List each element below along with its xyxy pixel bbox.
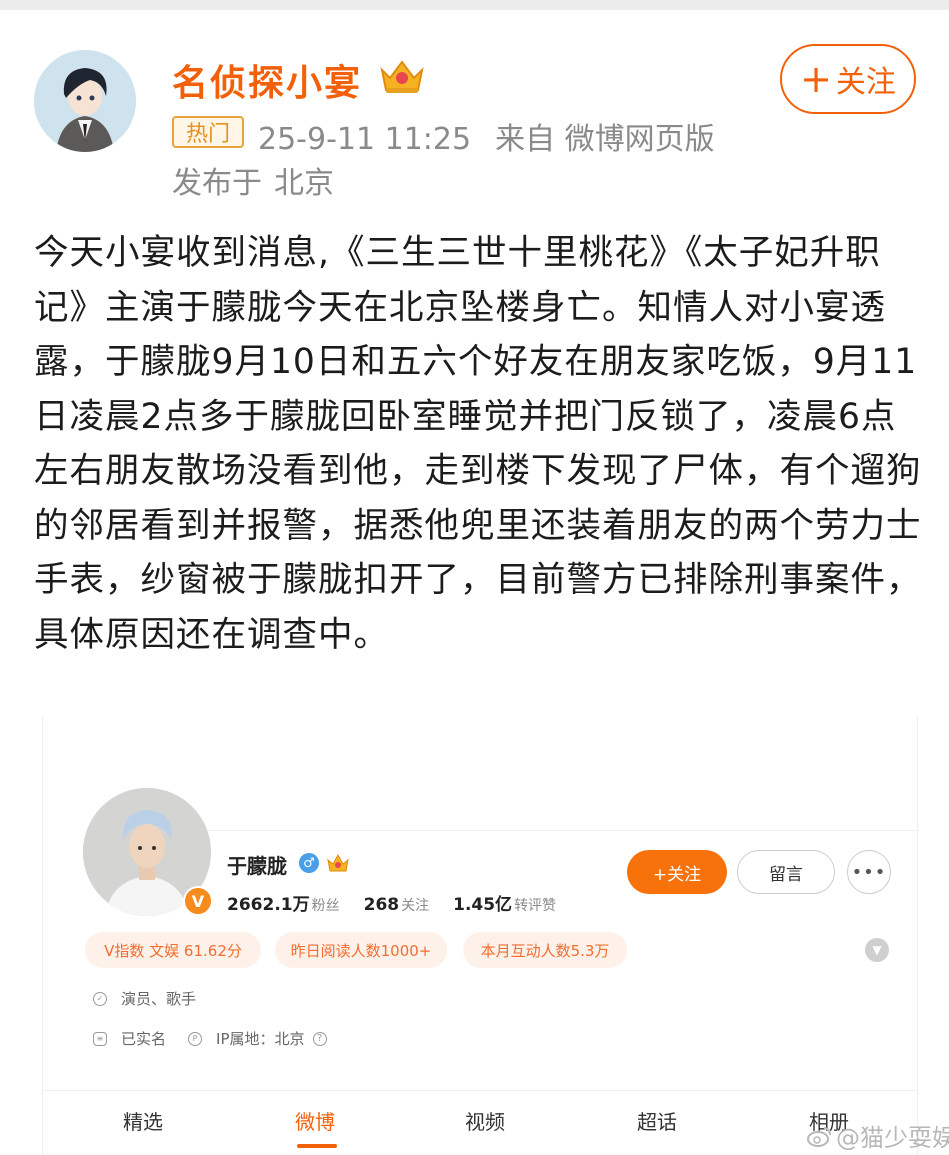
location-value: 北京 xyxy=(274,166,334,201)
followers-label: 粉丝 xyxy=(311,898,340,914)
follow-button[interactable]: + 关注 xyxy=(780,44,916,114)
id-card-icon: ≡ xyxy=(93,1031,107,1046)
follow-button-label: 关注 xyxy=(835,65,896,100)
ip-location: IP属地：北京 xyxy=(216,1030,305,1048)
profile-name: 于朦胧 xyxy=(227,854,287,878)
tab-featured[interactable]: 精选 xyxy=(123,1106,163,1135)
profile-follow-button[interactable]: +关注 xyxy=(627,850,727,894)
divider xyxy=(193,830,917,831)
hot-badge: 热门 xyxy=(172,116,244,148)
tab-weibo[interactable]: 微博 xyxy=(295,1106,335,1135)
engagement-count: 1.45亿 xyxy=(453,895,513,915)
author-avatar[interactable] xyxy=(34,50,136,152)
tag-v-index[interactable]: V指数 文娱 61.62分 xyxy=(85,932,261,968)
profile-message-button[interactable]: 留言 xyxy=(737,850,835,894)
author-name[interactable]: 名侦探小宴 xyxy=(172,54,362,106)
tab-supertopic[interactable]: 超话 xyxy=(637,1106,677,1135)
profile-stats: 2662.1万 粉丝 268 关注 1.45亿 转评赞 xyxy=(227,890,580,915)
posted-from-label: 发布于 xyxy=(172,166,262,201)
real-name-status: 已实名 xyxy=(121,1030,167,1048)
verified-v-icon: V xyxy=(183,886,213,916)
chevron-down-icon[interactable]: ▼ xyxy=(865,938,889,962)
crown-icon xyxy=(376,56,428,96)
tab-video[interactable]: 视频 xyxy=(465,1106,505,1135)
followers-count[interactable]: 2662.1万 xyxy=(227,895,310,915)
post-meta: 25-9-11 11:25 来自 微博网页版 xyxy=(258,114,739,158)
plus-icon: + xyxy=(800,57,832,101)
engagement-label: 转评赞 xyxy=(514,898,557,914)
post-source[interactable]: 来自 微博网页版 xyxy=(495,122,715,157)
divider xyxy=(43,1090,917,1091)
active-tab-indicator xyxy=(297,1144,337,1148)
gender-male-icon: ♂ xyxy=(299,853,319,873)
occupation-text: 演员、歌手 xyxy=(121,990,197,1008)
post-timestamp: 25-9-11 11:25 xyxy=(258,122,472,157)
profile-more-button[interactable]: ••• xyxy=(847,850,891,894)
top-status-strip xyxy=(0,0,949,10)
tag-daily-readers[interactable]: 昨日阅读人数1000+ xyxy=(275,932,447,968)
watermark-text: @猫少耍娱 xyxy=(836,1124,949,1152)
vip-icon xyxy=(325,852,351,874)
watermark: @猫少耍娱 xyxy=(806,1118,949,1153)
post-location: 发布于 北京 xyxy=(172,158,334,202)
occupation-row: ✓ 演员、歌手 xyxy=(93,988,196,1009)
tag-monthly-interactions[interactable]: 本月互动人数5.3万 xyxy=(463,932,627,968)
verification-row: ≡ 已实名 P IP属地：北京 ? xyxy=(93,1028,327,1049)
following-count[interactable]: 268 xyxy=(364,895,400,915)
post-body-text: 今天小宴收到消息,《三生三世十里桃花》《太子妃升职记》主演于朦胧今天在北京坠楼身… xyxy=(34,233,922,655)
shield-icon: ✓ xyxy=(93,991,107,1006)
ip-icon: P xyxy=(188,1031,203,1046)
weibo-logo-icon xyxy=(807,1126,831,1147)
embedded-profile-screenshot: V 于朦胧 ♂ 2662.1万 粉丝 268 关注 1.45亿 转评赞 +关注 留言 ••… xyxy=(42,716,918,1155)
following-label: 关注 xyxy=(401,898,430,914)
help-icon[interactable]: ? xyxy=(312,1031,327,1046)
